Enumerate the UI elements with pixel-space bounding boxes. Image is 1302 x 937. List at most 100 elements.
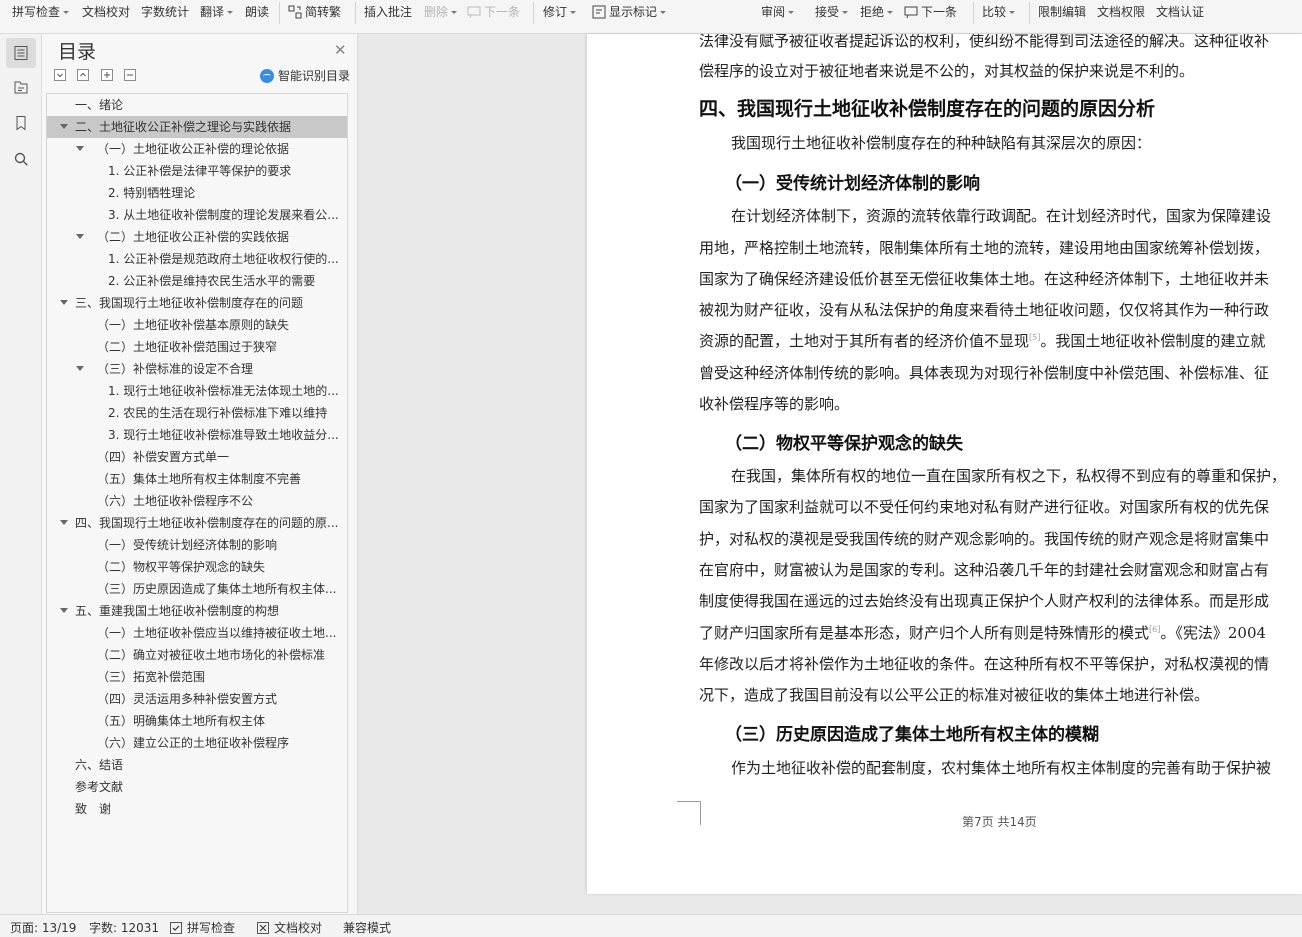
toc-panel-button[interactable] [6,38,36,68]
doc-paragraph-line[interactable]: 作为土地征收补偿的配套制度，农村集体土地所有权主体制度的完善有助于保护被 [731,757,1271,778]
toc-item[interactable]: 四、我国现行土地征收补偿制度存在的问题的原... [47,512,347,534]
show-markup-menu[interactable]: 显示标记 [592,0,667,24]
toc-item[interactable]: （二）确立对被征收土地市场化的补偿标准 [47,644,347,666]
doc-proof-status[interactable]: 文档校对 [257,919,322,936]
bookmark-button[interactable] [6,108,36,138]
doc-paragraph-line[interactable]: 我国现行土地征收补偿制度存在的种种缺陷有其深层次的原因： [731,132,1151,153]
doc-paragraph-line[interactable]: 收补偿程序等的影响。 [699,393,849,414]
doc-paragraph-line[interactable]: 在我国，集体所有权的地位一直在国家所有权之下，私权得不到应有的尊重和保护， [731,465,1286,486]
toc-item[interactable]: 参考文献 [47,776,347,798]
doc-paragraph-line[interactable]: 被视为财产征收，没有从私法保护的角度来看待土地征收问题，仅仅将其作为一种行政 [699,299,1269,320]
toc-item[interactable]: （一）土地征收补偿应当以维持被征收土地... [47,622,347,644]
toc-item[interactable]: （二）物权平等保护观念的缺失 [47,556,347,578]
toc-item[interactable]: 2. 农民的生活在现行补偿标准下难以维持 [47,402,347,424]
chevron-down-icon[interactable] [60,300,68,305]
compare-menu[interactable]: 比较 [982,0,1016,24]
add-heading-button[interactable] [101,69,113,81]
doc-paragraph-line[interactable]: 在官府中，财富被认为是国家的专利。这种沿袭几千年的封建社会财富观念和财富占有 [699,559,1269,580]
toc-item[interactable]: （一）土地征收公正补偿的理论依据 [47,138,347,160]
doc-paragraph-line[interactable]: 曾受这种经济体制传统的影响。具体表现为对现行补偿制度中补偿范围、补偿标准、征 [699,362,1269,383]
chevron-down-icon[interactable] [76,146,84,151]
toc-item[interactable]: 2. 公正补偿是维持农民生活水平的需要 [47,270,347,292]
toc-item[interactable]: 3. 从土地征收补偿制度的理论发展来看公... [47,204,347,226]
toc-item[interactable]: 1. 现行土地征收补偿标准无法体现土地的... [47,380,347,402]
track-changes-menu[interactable]: 修订 [543,0,577,24]
toc-item[interactable]: （六）建立公正的土地征收补偿程序 [47,732,347,754]
citation-ref[interactable]: [6] [1149,625,1160,634]
doc-paragraph-line[interactable]: 年修改以后才将补偿作为土地征收的条件。在这种所有权不平等保护，对私权漠视的情 [699,653,1269,674]
doc-cert-button[interactable]: 文档认证 [1156,0,1204,24]
smart-toc-button[interactable]: 智能识别目录 [260,67,350,84]
toc-item[interactable]: （三）历史原因造成了集体土地所有权主体... [47,578,347,600]
chevron-down-icon[interactable] [60,520,68,525]
toc-item[interactable]: （二）土地征收补偿范围过于狭窄 [47,336,347,358]
doc-paragraph-line[interactable]: 国家为了国家利益就可以不受任何约束地对私有财产进行征收。对国家所有权的优先保 [699,496,1269,517]
remove-heading-button[interactable] [124,69,136,81]
expand-all-button[interactable] [77,69,89,81]
toc-item[interactable]: 二、土地征收公正补偿之理论与实践依据 [47,116,347,138]
toc-item[interactable]: 3. 现行土地征收补偿标准导致土地收益分... [47,424,347,446]
simp-trad-button[interactable]: 简转繁 [288,0,341,24]
toc-item[interactable]: （六）土地征收补偿程序不公 [47,490,347,512]
spell-check-menu[interactable]: 拼写检查 [12,0,70,24]
chevron-down-icon[interactable] [76,234,84,239]
document-page[interactable]: 法律没有赋予被征收者提起诉讼的权利，使纠纷不能得到司法途径的解决。这种征收补偿程… [587,34,1302,894]
spell-check-status[interactable]: 拼写检查 [170,919,235,936]
toc-item[interactable]: （三）补偿标准的设定不合理 [47,358,347,380]
search-button[interactable] [6,144,36,174]
doc-paragraph-line[interactable]: 法律没有赋予被征收者提起诉讼的权利，使纠纷不能得到司法途径的解决。这种征收补 [699,34,1269,51]
toc-item[interactable]: （一）土地征收补偿基本原则的缺失 [47,314,347,336]
doc-paragraph-line[interactable]: 护，对私权的漠视是受我国传统的财产观念影响的。我国传统的财产观念是将财富集中 [699,528,1269,549]
toc-item[interactable]: 三、我国现行土地征收补偿制度存在的问题 [47,292,347,314]
review-menu[interactable]: 审阅 [761,0,795,24]
toc-item[interactable]: （二）土地征收公正补偿的实践依据 [47,226,347,248]
delete-comment-menu[interactable]: 删除 [424,0,458,24]
accept-menu[interactable]: 接受 [815,0,849,24]
doc-heading[interactable]: （一）受传统计划经济体制的影响 [725,169,980,194]
restrict-edit-button[interactable]: 限制编辑 [1038,0,1086,24]
doc-paragraph-line[interactable]: 在计划经济体制下，资源的流转依靠行政调配。在计划经济时代，国家为保障建设 [731,205,1271,226]
reject-menu[interactable]: 拒绝 [860,0,894,24]
next-change-button[interactable]: 下一条 [904,0,957,24]
doc-heading[interactable]: （二）物权平等保护观念的缺失 [725,429,963,454]
toc-item[interactable]: （四）灵活运用多种补偿安置方式 [47,688,347,710]
next-comment-button[interactable]: 下一条 [467,0,520,24]
doc-paragraph-line[interactable]: 偿程序的设立对于被征地者来说是不公的，对其权益的保护来说是不利的。 [699,60,1194,81]
translate-menu[interactable]: 翻译 [200,0,234,24]
insert-comment-button[interactable]: 插入批注 [364,0,412,24]
doc-rights-button[interactable]: 文档权限 [1097,0,1145,24]
chevron-down-icon[interactable] [60,124,68,129]
read-aloud-button[interactable]: 朗读 [245,0,269,24]
toc-item[interactable]: 1. 公正补偿是规范政府土地征收权行使的... [47,248,347,270]
doc-paragraph-line[interactable]: 制度使得我国在遥远的过去始终没有出现真正保护个人财产权利的法律体系。而是形成 [699,590,1269,611]
proof-icon [257,922,269,934]
toc-item[interactable]: （四）补偿安置方式单一 [47,446,347,468]
word-count-button[interactable]: 字数统计 [141,0,189,24]
toc-item[interactable]: 一、绪论 [47,94,347,116]
doc-paragraph-line[interactable]: 了财产归国家所有是基本形态，财产归个人所有则是特殊情形的模式[6]。《宪法》20… [699,622,1266,643]
toc-item[interactable]: 六、结语 [47,754,347,776]
doc-paragraph-line[interactable]: 用地，严格控制土地流转，限制集体所有土地的流转，建设用地由国家统筹补偿划拨， [699,237,1269,258]
toc-item[interactable]: 1. 公正补偿是法律平等保护的要求 [47,160,347,182]
doc-proof-button[interactable]: 文档校对 [82,0,130,24]
word-count[interactable]: 字数: 12031 [89,919,159,936]
toc-item[interactable]: （五）集体土地所有权主体制度不完善 [47,468,347,490]
close-icon[interactable]: ✕ [334,41,347,59]
toc-item[interactable]: 致 谢 [47,798,347,820]
doc-paragraph-line[interactable]: 国家为了确保经济建设低价甚至无偿征收集体土地。在这种经济体制下，土地征收并未 [699,268,1269,289]
doc-heading[interactable]: 四、我国现行土地征收补偿制度存在的问题的原因分析 [699,94,1155,121]
doc-paragraph-line[interactable]: 况下，造成了我国目前没有以公平公正的标准对被征收的集体土地进行补偿。 [699,684,1209,705]
chevron-down-icon[interactable] [60,608,68,613]
page-count[interactable]: 页面: 13/19 [10,919,76,936]
toc-item[interactable]: （三）拓宽补偿范围 [47,666,347,688]
citation-ref[interactable]: [5] [1029,333,1040,342]
collapse-all-button[interactable] [54,69,66,81]
toc-item[interactable]: 五、重建我国土地征收补偿制度的构想 [47,600,347,622]
toc-item[interactable]: （五）明确集体土地所有权主体 [47,710,347,732]
doc-heading[interactable]: （三）历史原因造成了集体土地所有权主体的模糊 [725,720,1099,745]
navigation-button[interactable] [6,72,36,102]
toc-item[interactable]: （一）受传统计划经济体制的影响 [47,534,347,556]
doc-paragraph-line[interactable]: 资源的配置，土地对于其所有者的经济价值不显现[5]。我国土地征收补偿制度的建立就 [699,330,1265,351]
chevron-down-icon[interactable] [76,366,84,371]
toc-item[interactable]: 2. 特别牺牲理论 [47,182,347,204]
